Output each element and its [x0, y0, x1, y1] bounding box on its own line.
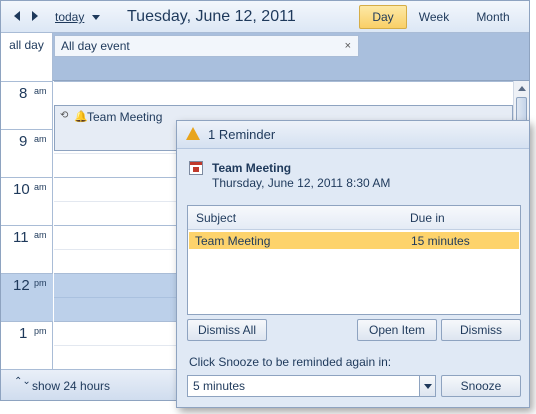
hour-ampm: am — [34, 230, 47, 240]
reminder-start-time: Thursday, June 12, 2011 8:30 AM — [212, 176, 391, 190]
hour-label: 9 am — [1, 129, 53, 177]
hour-number: 11 — [13, 229, 29, 246]
hour-number: 12 — [13, 277, 30, 294]
hour-ampm: pm — [34, 278, 47, 288]
snooze-button[interactable]: Snooze — [441, 375, 521, 397]
hour-label: 8 am — [1, 81, 53, 129]
snooze-value: 5 minutes — [193, 379, 246, 393]
row-due-in: 15 minutes — [411, 234, 470, 248]
column-header-subject[interactable]: Subject — [196, 211, 236, 225]
week-view-button[interactable]: Week — [411, 5, 457, 29]
reminder-dialog: 1 Reminder Team Meeting Thursday, June 1… — [176, 120, 530, 408]
bell-icon: 🔔 — [74, 111, 88, 123]
bell-warning-icon — [186, 127, 200, 140]
today-link[interactable]: today — [55, 10, 84, 24]
event-title: Team Meeting — [87, 110, 163, 124]
reminder-body: Team Meeting Thursday, June 12, 2011 8:3… — [177, 149, 529, 407]
snooze-label: Click Snooze to be reminded again in: — [189, 355, 392, 369]
row-subject: Team Meeting — [195, 234, 271, 248]
snooze-dropdown-button[interactable] — [419, 376, 435, 396]
next-day-arrow-icon[interactable] — [32, 11, 38, 21]
scroll-up-arrow-icon[interactable] — [518, 86, 526, 91]
list-item[interactable]: Team Meeting 15 minutes — [189, 232, 519, 249]
reminder-subject: Team Meeting — [212, 161, 292, 175]
dismiss-button[interactable]: Dismiss — [441, 319, 521, 341]
close-icon[interactable]: × — [345, 36, 351, 56]
hour-ampm: am — [34, 182, 47, 192]
hour-ampm: am — [34, 86, 47, 96]
reminder-title: 1 Reminder — [208, 127, 276, 142]
chevron-down-icon[interactable] — [92, 15, 100, 20]
hour-label: 1 pm — [1, 321, 53, 369]
calendar-toolbar: today Tuesday, June 12, 2011 Day Week Mo… — [1, 1, 529, 33]
hour-label: 10 am — [1, 177, 53, 225]
hour-number: 1 — [19, 325, 28, 342]
date-title: Tuesday, June 12, 2011 — [127, 8, 296, 25]
allday-event[interactable]: All day event × — [54, 35, 359, 57]
appointment-icon — [189, 161, 203, 175]
allday-row: all day All day event × — [1, 33, 529, 81]
hour-number: 9 — [19, 133, 28, 150]
hour-label: 12 pm — [1, 273, 53, 321]
reminder-list-header: Subject Due in — [188, 206, 520, 230]
open-item-button[interactable]: Open Item — [357, 319, 437, 341]
allday-event-title: All day event — [61, 39, 130, 53]
time-slot[interactable] — [54, 81, 513, 105]
chevron-down-icon — [424, 384, 432, 389]
allday-label: all day — [1, 33, 53, 81]
hour-number: 10 — [13, 181, 30, 198]
reminder-header: 1 Reminder — [177, 121, 529, 149]
hour-ampm: am — [34, 134, 47, 144]
column-header-due-in[interactable]: Due in — [410, 211, 445, 225]
recurring-icon: ⟲ — [60, 110, 69, 121]
expand-collapse-icon[interactable]: ⌃⌄ — [14, 377, 31, 387]
hour-number: 8 — [19, 85, 28, 102]
day-view-button[interactable]: Day — [359, 5, 407, 29]
hour-ampm: pm — [34, 326, 47, 336]
hour-label: 11 am — [1, 225, 53, 273]
month-view-button[interactable]: Month — [467, 5, 519, 29]
previous-day-arrow-icon[interactable] — [14, 11, 20, 21]
snooze-select[interactable]: 5 minutes — [187, 375, 436, 397]
time-column: 8 am 9 am 10 am 11 am 12 pm 1 pm — [1, 81, 53, 369]
dismiss-all-button[interactable]: Dismiss All — [187, 319, 267, 341]
show-24-hours-link[interactable]: show 24 hours — [32, 379, 110, 393]
reminder-list[interactable]: Subject Due in Team Meeting 15 minutes — [187, 205, 521, 315]
